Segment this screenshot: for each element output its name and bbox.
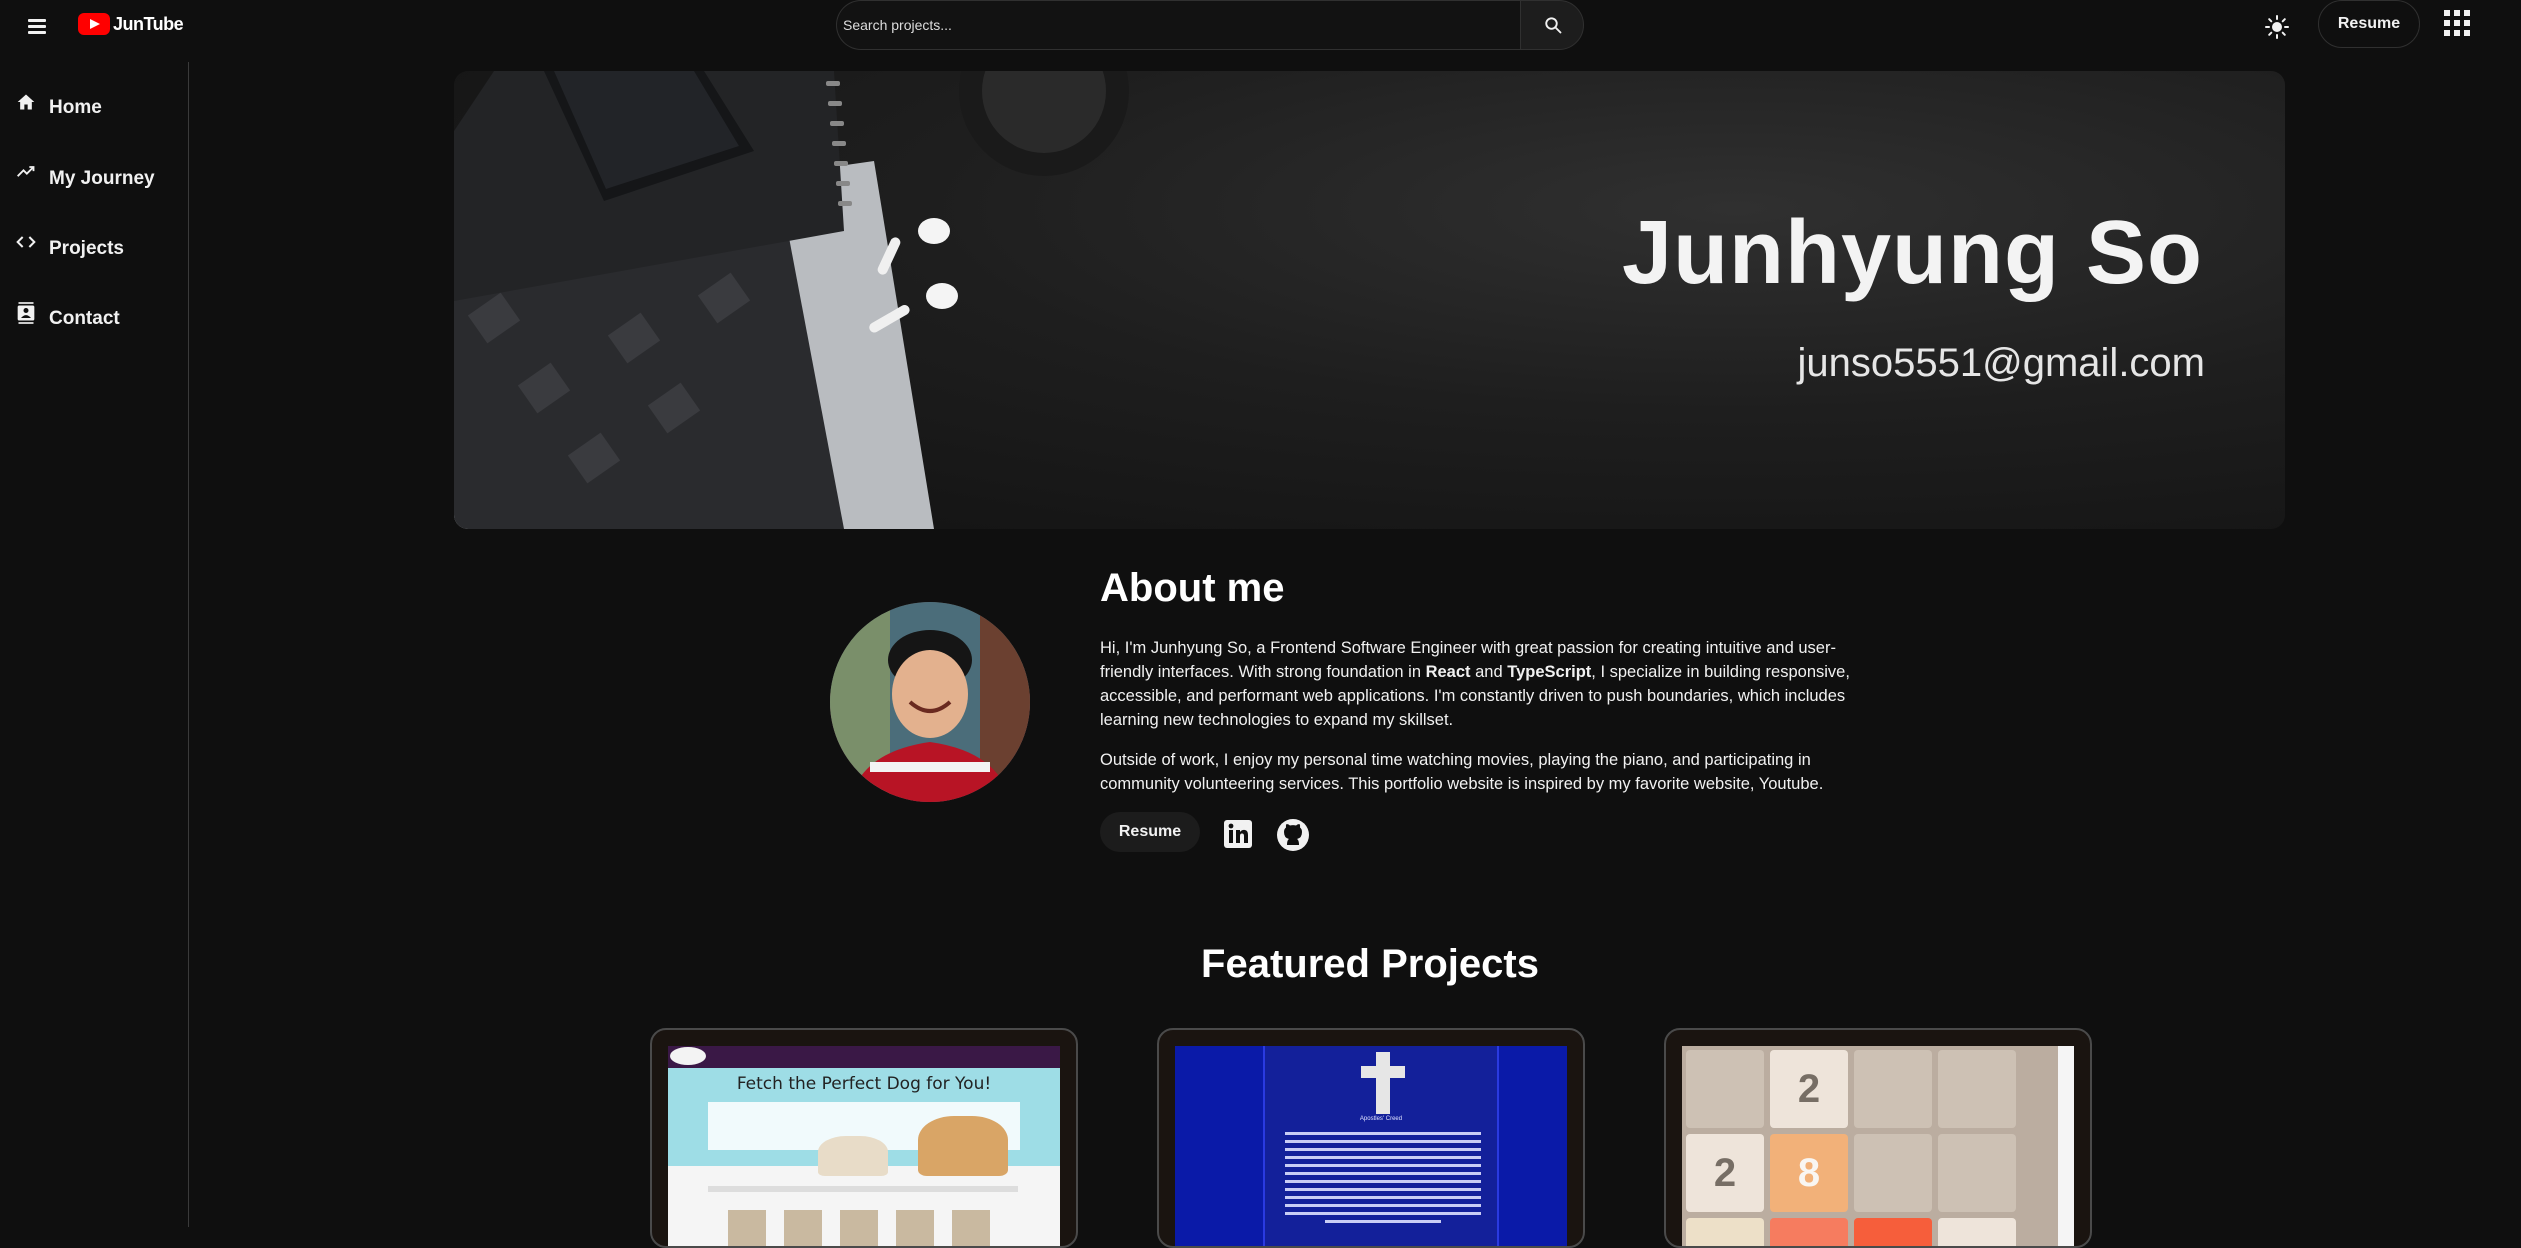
featured-projects-title: Featured Projects <box>1201 942 1539 986</box>
thumbnail-dog-grid <box>728 1210 998 1246</box>
profile-photo-image <box>830 602 1030 802</box>
sidebar-item-home[interactable]: Home <box>0 74 188 130</box>
menu-icon[interactable] <box>22 10 52 40</box>
sidebar-item-label: Projects <box>49 238 124 259</box>
home-icon <box>17 94 35 110</box>
sun-icon <box>2265 15 2289 39</box>
youtube-play-icon <box>78 13 110 35</box>
search-icon <box>1545 17 1562 34</box>
search-input[interactable] <box>836 0 1520 50</box>
thumbnail-title: Fetch the Perfect Dog for You! <box>736 1074 992 1094</box>
thumbnail-side-strip <box>2058 1046 2074 1246</box>
game-tile <box>1938 1134 2016 1212</box>
project-thumbnail: Apostles' Creed <box>1175 1046 1567 1246</box>
game-tile: 2 <box>1686 1134 1764 1212</box>
banner-email: junso5551@gmail.com <box>1797 341 2205 385</box>
thumbnail-dog-photo <box>918 1116 1008 1176</box>
linkedin-icon[interactable] <box>1222 818 1254 850</box>
top-bar: JunTube Resume <box>0 0 2521 62</box>
thumbnail-caption: Apostles' Creed <box>1359 1116 1403 1122</box>
game-tile <box>1770 1218 1848 1246</box>
sidebar-item-projects[interactable]: Projects <box>0 214 188 270</box>
about-title: About me <box>1100 566 1285 610</box>
game-tile <box>1938 1218 2016 1246</box>
about-paragraph-2: Outside of work, I enjoy my personal tim… <box>1100 751 1824 793</box>
theme-toggle-button[interactable] <box>2262 12 2292 42</box>
game-tile: 8 <box>1770 1134 1848 1212</box>
thumbnail-panel: Apostles' Creed <box>1263 1046 1499 1246</box>
thumbnail-logo <box>670 1047 706 1065</box>
sidebar-item-my-journey[interactable]: My Journey <box>0 144 188 200</box>
apps-grid-icon[interactable] <box>2444 10 2472 38</box>
sidebar-item-label: My Journey <box>49 168 155 189</box>
project-card-creed[interactable]: Apostles' Creed <box>1157 1028 1585 1248</box>
game-tile <box>1938 1050 2016 1128</box>
sidebar-item-label: Contact <box>49 308 120 329</box>
resume-button[interactable]: Resume <box>2318 0 2420 48</box>
banner-name: Junhyung So <box>1622 203 2203 303</box>
game-tile <box>1686 1218 1764 1246</box>
thumbnail-dog-photo-2 <box>818 1136 888 1176</box>
sidebar-item-contact[interactable]: Contact <box>0 284 188 340</box>
game-tile <box>1854 1218 1932 1246</box>
cross-icon <box>1285 1052 1481 1223</box>
game-tile: 2 <box>1770 1050 1848 1128</box>
logo-text: JunTube <box>113 13 184 34</box>
game-tile <box>1686 1050 1764 1128</box>
avatar <box>830 602 1030 802</box>
about-resume-button[interactable]: Resume <box>1100 812 1200 852</box>
trending-icon <box>17 166 35 177</box>
project-card-dog[interactable]: Fetch the Perfect Dog for You! <box>650 1028 1078 1248</box>
project-card-2048[interactable]: 2 2 8 <box>1664 1028 2092 1248</box>
about-paragraph-1: Hi, I'm Junhyung So, a Frontend Software… <box>1100 639 1850 729</box>
thumbnail-filter-bar <box>708 1186 1018 1192</box>
search-button[interactable] <box>1520 0 1584 50</box>
search-bar <box>836 0 1584 50</box>
game-tile <box>1854 1134 1932 1212</box>
logo[interactable]: JunTube <box>78 10 184 38</box>
sidebar-item-label: Home <box>49 97 102 118</box>
github-icon[interactable] <box>1276 818 1309 851</box>
project-thumbnail: Fetch the Perfect Dog for You! <box>668 1046 1060 1246</box>
contact-card-icon <box>17 302 35 324</box>
game-tile <box>1854 1050 1932 1128</box>
code-icon <box>16 236 36 248</box>
project-thumbnail: 2 2 8 <box>1682 1046 2074 1246</box>
profile-banner: Junhyung So junso5551@gmail.com <box>454 71 2285 529</box>
sidebar: Home My Journey Projects Contact <box>0 62 189 1227</box>
